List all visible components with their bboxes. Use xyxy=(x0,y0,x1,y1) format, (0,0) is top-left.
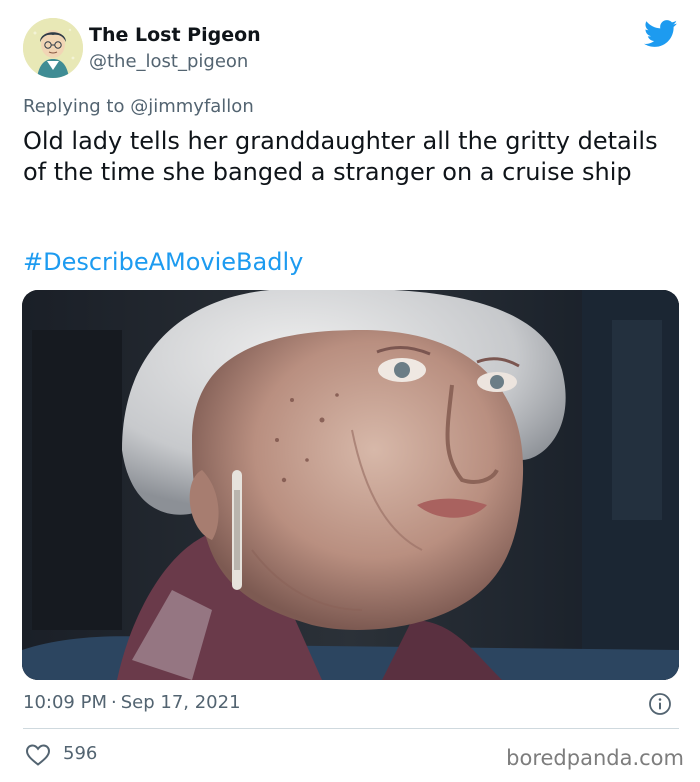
reply-context: Replying to @jimmyfallon xyxy=(23,96,254,117)
tweet-time: 10:09 PM xyxy=(23,692,107,713)
reply-prefix: Replying to xyxy=(23,96,125,117)
tweet-timestamp[interactable]: 10:09 PM · Sep 17, 2021 xyxy=(23,692,241,713)
avatar[interactable] xyxy=(23,18,83,78)
heart-icon[interactable] xyxy=(25,743,51,767)
divider xyxy=(23,728,679,729)
tweet-text: Old lady tells her granddaughter all the… xyxy=(23,127,658,186)
tweet-card: The Lost Pigeon @the_lost_pigeon Replyin… xyxy=(0,0,700,782)
watermark-text: boredpanda.com xyxy=(506,746,684,770)
author-display-name[interactable]: The Lost Pigeon xyxy=(89,24,261,46)
author-handle[interactable]: @the_lost_pigeon xyxy=(89,51,248,72)
tweet-media-image[interactable] xyxy=(22,290,679,680)
reply-mention-link[interactable]: @jimmyfallon xyxy=(130,96,254,117)
info-icon[interactable] xyxy=(648,692,672,716)
old-woman-photo xyxy=(22,290,679,680)
hashtag-link[interactable]: #DescribeAMovieBadly xyxy=(23,248,303,276)
cartoon-face-avatar-icon xyxy=(23,18,83,78)
twitter-bird-icon[interactable] xyxy=(644,20,678,48)
timestamp-separator: · xyxy=(110,692,117,713)
tweet-date: Sep 17, 2021 xyxy=(120,692,241,713)
like-count: 596 xyxy=(63,743,98,764)
